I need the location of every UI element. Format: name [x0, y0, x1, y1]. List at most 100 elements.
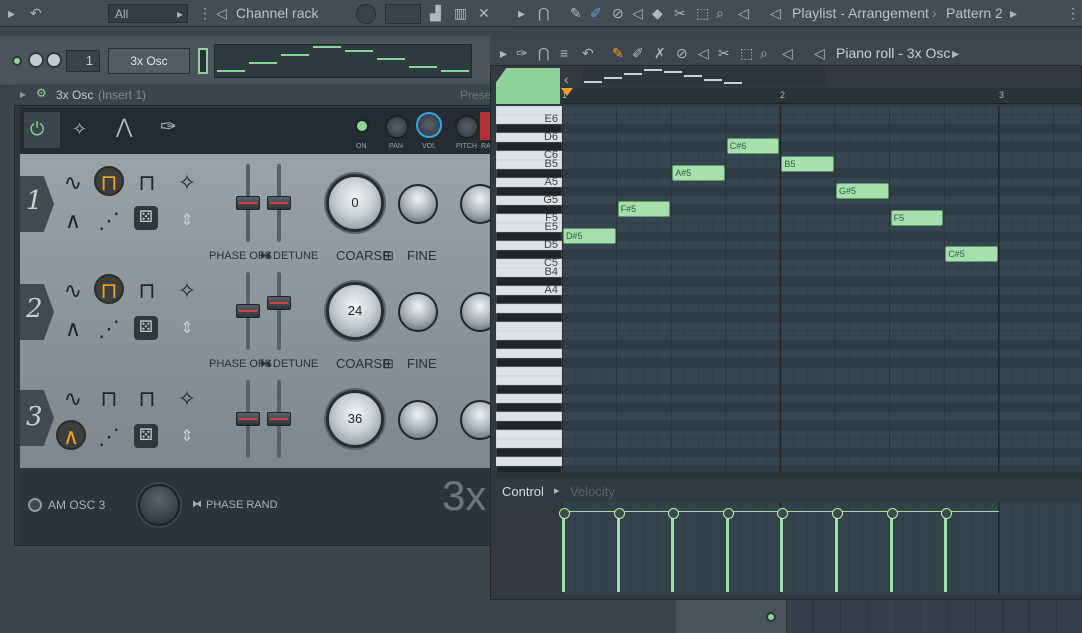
- velocity-handle[interactable]: [668, 508, 680, 592]
- note-b5[interactable]: B5: [781, 156, 834, 172]
- white-key[interactable]: [495, 366, 563, 377]
- select-icon[interactable]: ⬚: [696, 4, 709, 22]
- shape-arrows-icon[interactable]: ⇕: [172, 206, 202, 236]
- black-key[interactable]: [495, 339, 563, 350]
- saw-wave-icon[interactable]: ⋰: [94, 314, 124, 344]
- envelope-icon[interactable]: ⋀: [116, 117, 132, 137]
- menu-icon-pr[interactable]: ≡: [560, 44, 568, 62]
- note-asharp5[interactable]: A#5: [672, 165, 725, 181]
- velocity-handle[interactable]: [722, 508, 734, 592]
- saw-wave-icon[interactable]: ⋰: [94, 422, 124, 452]
- slice-icon[interactable]: ✂: [674, 4, 686, 22]
- square-wave-icon[interactable]: ⊓: [94, 384, 124, 414]
- pulse-wave-icon[interactable]: ⊓: [132, 168, 162, 198]
- menu-dots-icon-playlist[interactable]: ⋮: [1066, 4, 1080, 22]
- random-dice-icon[interactable]: ⚄: [134, 206, 158, 230]
- undo-icon[interactable]: ↶: [30, 4, 42, 22]
- pulse-wave-icon[interactable]: ⊓: [132, 384, 162, 414]
- speaker-icon[interactable]: ◁: [216, 4, 227, 22]
- select-icon-pr[interactable]: ⬚: [740, 44, 753, 62]
- velocity-handle[interactable]: [777, 508, 789, 592]
- time-ruler[interactable]: 1 2 3: [562, 88, 1082, 104]
- vol-knob[interactable]: [416, 112, 442, 138]
- note-fsharp5[interactable]: F#5: [617, 201, 671, 217]
- zoom-icon[interactable]: ⌕: [716, 4, 724, 22]
- black-key[interactable]: [495, 384, 563, 395]
- filter-select[interactable]: All ▸: [108, 4, 188, 23]
- velocity-handle[interactable]: [941, 508, 953, 592]
- note-gsharp5[interactable]: G#5: [836, 183, 889, 199]
- phase-offset-fader[interactable]: [236, 196, 260, 210]
- volume-knob[interactable]: [46, 52, 62, 68]
- white-key[interactable]: [495, 330, 563, 341]
- detune-fader[interactable]: [267, 296, 291, 310]
- control-target[interactable]: Velocity: [570, 484, 615, 499]
- white-key[interactable]: [495, 456, 563, 467]
- velocity-lane[interactable]: [561, 502, 1082, 594]
- fine-knob[interactable]: [398, 184, 438, 224]
- paint-icon-pr[interactable]: ✐: [632, 44, 644, 62]
- white-key[interactable]: [495, 411, 563, 422]
- sine-wave-icon[interactable]: ∿: [58, 384, 88, 414]
- playhead-marker-icon[interactable]: [561, 88, 573, 96]
- mute-icon-pr[interactable]: ◁: [698, 44, 709, 62]
- pattern-overview[interactable]: [582, 68, 826, 86]
- control-label[interactable]: Control: [502, 484, 544, 499]
- sine-wave-icon[interactable]: ∿: [58, 168, 88, 198]
- chevron-right-icon-playlist[interactable]: ▸: [1010, 4, 1017, 22]
- menu-dots-icon[interactable]: ⋮: [198, 4, 212, 22]
- chevron-right-icon-pr[interactable]: ▸: [952, 44, 959, 62]
- random-dice-icon[interactable]: ⚄: [134, 316, 158, 340]
- pulse-wave-icon[interactable]: ⊓: [132, 276, 162, 306]
- keyboard-icon[interactable]: ⊞: [383, 248, 394, 264]
- coarse-knob[interactable]: 36: [326, 390, 384, 448]
- magnet-icon[interactable]: ⋂: [538, 4, 549, 22]
- scroll-left-icon[interactable]: ‹: [564, 70, 569, 88]
- waveform-icon[interactable]: ✧: [72, 120, 87, 138]
- black-key[interactable]: [495, 357, 563, 368]
- noise-wave-icon[interactable]: ✧: [172, 276, 202, 306]
- velocity-handle[interactable]: [559, 508, 570, 592]
- channel-number[interactable]: 1: [66, 50, 100, 72]
- slip-icon[interactable]: ◆: [652, 4, 663, 22]
- square-wave-icon[interactable]: ⊓: [94, 274, 124, 304]
- mixer-bars-icon[interactable]: ▥: [454, 4, 467, 22]
- black-key[interactable]: [495, 294, 563, 305]
- detune-fader[interactable]: [267, 412, 291, 426]
- white-key[interactable]: [495, 303, 563, 314]
- note-dsharp5[interactable]: D#5: [563, 228, 616, 244]
- phase-offset-fader[interactable]: [236, 304, 260, 318]
- pan-knob-plugin[interactable]: [385, 115, 409, 139]
- erase-icon-pr[interactable]: ⊘: [676, 44, 688, 62]
- undo-icon-pr[interactable]: ↶: [582, 44, 594, 62]
- fine-knob[interactable]: [398, 400, 438, 440]
- velocity-handle[interactable]: [886, 508, 898, 592]
- pencil-icon-pr[interactable]: ✎: [612, 44, 624, 62]
- triangle-wave-icon[interactable]: ∧: [58, 206, 88, 236]
- slice-icon-pr[interactable]: ✂: [718, 44, 730, 62]
- channel-led-icon[interactable]: [12, 56, 22, 66]
- preset-selector[interactable]: Prese: [460, 88, 491, 102]
- coarse-knob[interactable]: 24: [326, 282, 384, 340]
- triangle-wave-icon[interactable]: ∧: [58, 314, 88, 344]
- note-csharp5[interactable]: C#5: [945, 246, 998, 262]
- channel-select-indicator[interactable]: [198, 48, 208, 74]
- rack-display[interactable]: [385, 4, 421, 24]
- white-key[interactable]: [495, 321, 563, 332]
- shape-arrows-icon[interactable]: ⇕: [172, 314, 202, 344]
- zoom-icon-pr[interactable]: ⌕: [760, 44, 768, 62]
- note-f5[interactable]: F5: [890, 210, 944, 226]
- phase-rand-knob[interactable]: [138, 484, 180, 526]
- white-key[interactable]: [495, 429, 563, 440]
- on-led[interactable]: [355, 119, 369, 133]
- swing-knob[interactable]: [356, 4, 376, 24]
- white-key[interactable]: [495, 438, 563, 449]
- pattern-preview[interactable]: [214, 44, 472, 78]
- am-osc-toggle[interactable]: [28, 498, 42, 512]
- noise-wave-icon[interactable]: ✧: [172, 168, 202, 198]
- gear-icon[interactable]: ⚙: [36, 86, 47, 100]
- playback-icon-pr[interactable]: ◁: [782, 44, 793, 62]
- channel-name-button[interactable]: 3x Osc: [108, 48, 190, 74]
- graph-icon[interactable]: ▟: [430, 4, 441, 22]
- saw-wave-icon[interactable]: ⋰: [94, 206, 124, 236]
